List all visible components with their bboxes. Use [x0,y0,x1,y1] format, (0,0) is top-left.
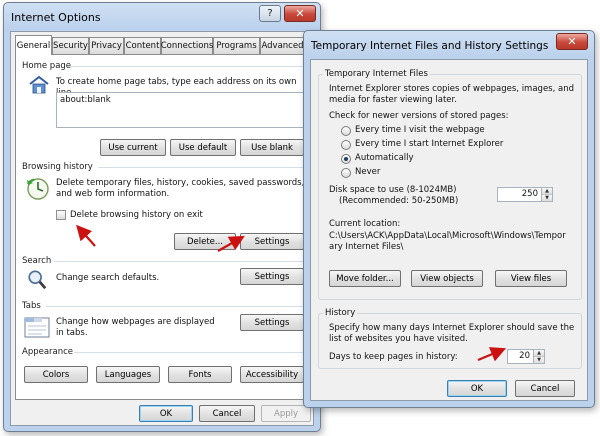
radio-every-visit[interactable] [341,126,351,136]
dialog-title: Temporary Internet Files and History Set… [311,40,549,52]
search-settings-button[interactable]: Settings [240,268,304,285]
delete-on-exit-label: Delete browsing history on exit [70,210,203,220]
temp-files-description: Internet Explorer stores copies of webpa… [329,84,574,105]
tab-content[interactable]: Content [124,37,161,54]
window-title: Internet Options [11,11,101,24]
tab-privacy[interactable]: Privacy [89,37,124,54]
view-objects-button[interactable]: View objects [411,270,483,287]
close-button[interactable]: ✕ [284,5,316,22]
home-page-label: Home page [22,61,72,71]
search-divider [54,261,304,262]
radio-every-start[interactable] [341,140,351,150]
appearance-label: Appearance [22,347,74,357]
current-location-path: C:\Users\ACK\AppData\Local\Microsoft\Win… [329,231,566,252]
history-group-title: History [323,308,358,318]
tab-security[interactable]: Security [52,37,89,54]
disk-space-recommended: (Recommended: 50-250MB) [339,196,459,206]
history-description: Specify how many days Internet Explorer … [329,323,575,344]
check-newer-label: Check for newer versions of stored pages… [329,111,509,121]
tab-connections[interactable]: Connections [161,37,213,54]
tabs-settings-button[interactable]: Settings [240,314,304,331]
days-spin-down-icon[interactable]: ▼ [534,357,544,363]
browsing-history-label: Browsing history [22,162,93,172]
use-blank-button[interactable]: Use blank [240,139,304,156]
browsing-history-settings-button[interactable]: Settings [240,233,304,250]
tab-advanced[interactable]: Advanced [260,37,305,54]
tabs-divider [46,306,304,307]
disk-space-spinner[interactable]: ▲ ▼ [541,188,552,201]
delete-on-exit-checkbox[interactable] [56,210,66,220]
appearance-divider [74,352,304,353]
tab-strip: General Security Privacy Content Connect… [15,35,311,55]
move-folder-button[interactable]: Move folder... [329,270,401,287]
radio-every-start-label: Every time I start Internet Explorer [355,139,504,149]
spin-up-icon[interactable]: ▲ [542,188,552,195]
help-button[interactable]: ? [259,5,281,22]
general-tab-panel: Home page To create home page tabs, type… [15,54,311,400]
fonts-button[interactable]: Fonts [168,366,232,383]
radio-never-label: Never [355,167,381,177]
cancel-button[interactable]: Cancel [199,405,255,422]
internet-options-window: Internet Options ? ✕ General Security Pr… [3,2,321,432]
browsing-history-description: Delete temporary files, history, cookies… [56,178,305,199]
radio-never[interactable] [341,168,351,178]
days-to-keep-label: Days to keep pages in history: [329,352,458,362]
use-current-button[interactable]: Use current [100,139,166,156]
current-location-label: Current location: [329,219,401,229]
days-spinner[interactable]: ▲ ▼ [533,350,544,363]
spin-down-icon[interactable]: ▼ [542,195,552,201]
disk-space-label: Disk space to use (8-1024MB) [329,185,457,195]
apply-button[interactable]: Apply [261,405,311,422]
radio-automatically[interactable] [341,154,351,164]
view-files-button[interactable]: View files [495,270,567,287]
ok-button[interactable]: OK [139,405,193,422]
home-page-divider [68,66,304,67]
tab-programs[interactable]: Programs [213,37,260,54]
radio-every-visit-label: Every time I visit the webpage [355,125,485,135]
languages-button[interactable]: Languages [96,366,160,383]
temp-files-settings-window: Temporary Internet Files and History Set… [303,30,595,408]
accessibility-button[interactable]: Accessibility [240,366,304,383]
delete-button[interactable]: Delete... [174,233,236,250]
tabs-window-icon [24,317,50,338]
radio-automatically-label: Automatically [355,153,414,163]
dialog-cancel-button[interactable]: Cancel [515,380,575,397]
tabs-section-label: Tabs [22,301,41,311]
home-icon [29,75,49,94]
days-spin-up-icon[interactable]: ▲ [534,350,544,357]
dialog-ok-button[interactable]: OK [447,380,507,397]
use-default-button[interactable]: Use default [170,139,236,156]
search-label: Search [22,256,52,266]
home-page-input[interactable]: about:blank [56,92,304,128]
tabs-description: Change how webpages are displayed in tab… [56,317,215,338]
history-clock-icon [26,178,49,200]
temp-files-group-title: Temporary Internet Files [323,69,430,79]
tab-general[interactable]: General [15,35,52,55]
dialog-client: Temporary Internet Files Internet Explor… [310,59,588,401]
browsing-history-divider [98,167,304,168]
window-client: General Security Privacy Content Connect… [10,31,314,426]
magnifier-icon [28,270,47,290]
search-description: Change search defaults. [56,273,160,283]
dialog-close-button[interactable]: ✕ [556,33,588,50]
colors-button[interactable]: Colors [24,366,88,383]
